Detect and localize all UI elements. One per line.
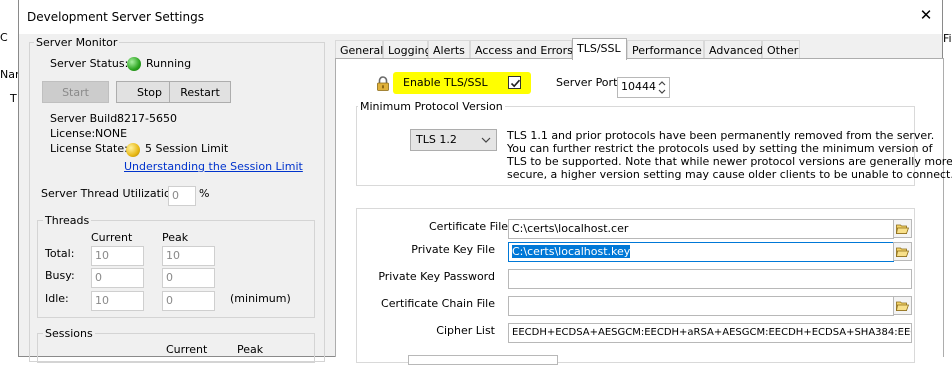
threads-total-peak[interactable]: 10 [162,246,215,266]
chevron-down-icon [481,137,491,143]
threads-row-label: Total: [45,247,75,260]
protocol-note-line: secure, a higher version setting may cau… [507,168,952,181]
license-label: License: [50,127,96,140]
settings-dialog: Development Server Settings ✕ Server Mon… [18,0,952,365]
license-state-value: 5 Session Limit [145,142,229,155]
tab-general[interactable]: General [335,40,383,59]
background-app [0,0,20,357]
enable-tls-label: Enable TLS/SSL [403,76,488,89]
server-build-value: 8217-5650 [117,112,177,125]
tls-ssl-panel: Enable TLS/SSL Server Port 10444 Minimum… [335,58,952,365]
server-build-label: Server Build: [50,112,121,125]
license-state-label: License State: [50,142,128,155]
port-spinner[interactable] [656,78,668,97]
tab-alerts[interactable]: Alerts [428,40,470,59]
license-warning-icon [126,143,140,157]
protocol-selected-value: TLS 1.2 [416,133,457,146]
server-port-label: Server Port [556,76,618,89]
status-running-icon [127,57,141,71]
key-file-value: C:\certs\localhost.key [512,245,631,258]
restart-button[interactable]: Restart [169,81,231,103]
folder-icon [896,247,909,257]
protocol-note-line: You can further restrict the protocols u… [507,142,933,155]
min-protocol-legend: Minimum Protocol Version [358,100,505,113]
cert-file-input[interactable]: C:\certs\localhost.cer [508,219,894,239]
cert-file-browse-button[interactable] [893,219,912,238]
cipher-list-input[interactable]: EECDH+ECDSA+AESGCM:EECDH+aRSA+AESGCM:EEC… [508,323,912,343]
server-port-value: 10444 [621,80,656,93]
threads-legend: Threads [43,214,92,227]
session-limit-link[interactable]: Understanding the Session Limit [124,160,303,173]
chain-file-input[interactable] [508,296,894,316]
checkmark-icon [510,79,521,88]
tab-access-errors[interactable]: Access and Errors [470,40,573,59]
license-value: NONE [95,127,128,140]
tab-performance[interactable]: Performance [627,40,704,59]
cipher-list-label: Cipher List [436,324,495,337]
protocol-note-line: TLS 1.1 and prior protocols have been pe… [507,129,935,142]
threads-idle-peak[interactable]: 0 [162,291,215,311]
server-status-value: Running [146,57,192,70]
folder-icon [896,224,909,234]
title-bar: Development Server Settings ✕ [19,0,942,34]
threads-busy-peak[interactable]: 0 [162,268,215,288]
threads-total-current[interactable]: 10 [91,246,144,266]
tab-tls-ssl[interactable]: TLS/SSL [572,38,627,60]
start-button[interactable]: Start [42,81,109,103]
background-text-fragment: T [10,92,17,105]
sessions-legend: Sessions [43,327,95,340]
chain-file-browse-button[interactable] [893,296,912,315]
key-file-browse-button[interactable] [893,242,912,261]
threads-idle-current[interactable]: 10 [91,291,144,311]
key-file-label: Private Key File [411,243,495,256]
threads-busy-current[interactable]: 0 [91,268,144,288]
folder-icon [896,301,909,311]
tab-advanced[interactable]: Advanced [704,40,763,59]
enable-tls-checkbox[interactable] [508,76,521,89]
threads-peak-header: Peak [162,231,189,244]
lock-icon [377,76,389,91]
protocol-note-line: TLS to be supported. Note that while new… [507,155,952,168]
threads-idle-note: (minimum) [230,292,291,305]
threads-row-label: Idle: [45,292,69,305]
thread-utilization-label: Server Thread Utilization: [41,187,182,200]
background-text-fragment: Fil [943,32,952,45]
thread-utilization-unit: % [199,187,210,200]
key-password-input[interactable] [508,269,912,289]
server-monitor-legend: Server Monitor [34,36,120,49]
background-text-fragment: C [0,31,8,44]
cert-file-label: Certificate File [429,220,509,233]
key-file-input[interactable]: C:\certs\localhost.key [508,242,894,262]
threads-current-header: Current [91,231,133,244]
sessions-current-header: Current [166,343,208,356]
tab-logging[interactable]: Logging [383,40,432,59]
server-status-label: Server Status: [50,57,129,70]
key-password-label: Private Key Password [378,270,495,283]
threads-row-label: Busy: [45,269,75,282]
chain-file-label: Certificate Chain File [381,297,495,310]
sessions-peak-header: Peak [237,343,264,356]
window-title: Development Server Settings [27,10,204,24]
close-icon[interactable]: ✕ [916,6,936,24]
tab-other[interactable]: Other [762,40,800,59]
thread-utilization-field[interactable]: 0 [168,186,196,206]
